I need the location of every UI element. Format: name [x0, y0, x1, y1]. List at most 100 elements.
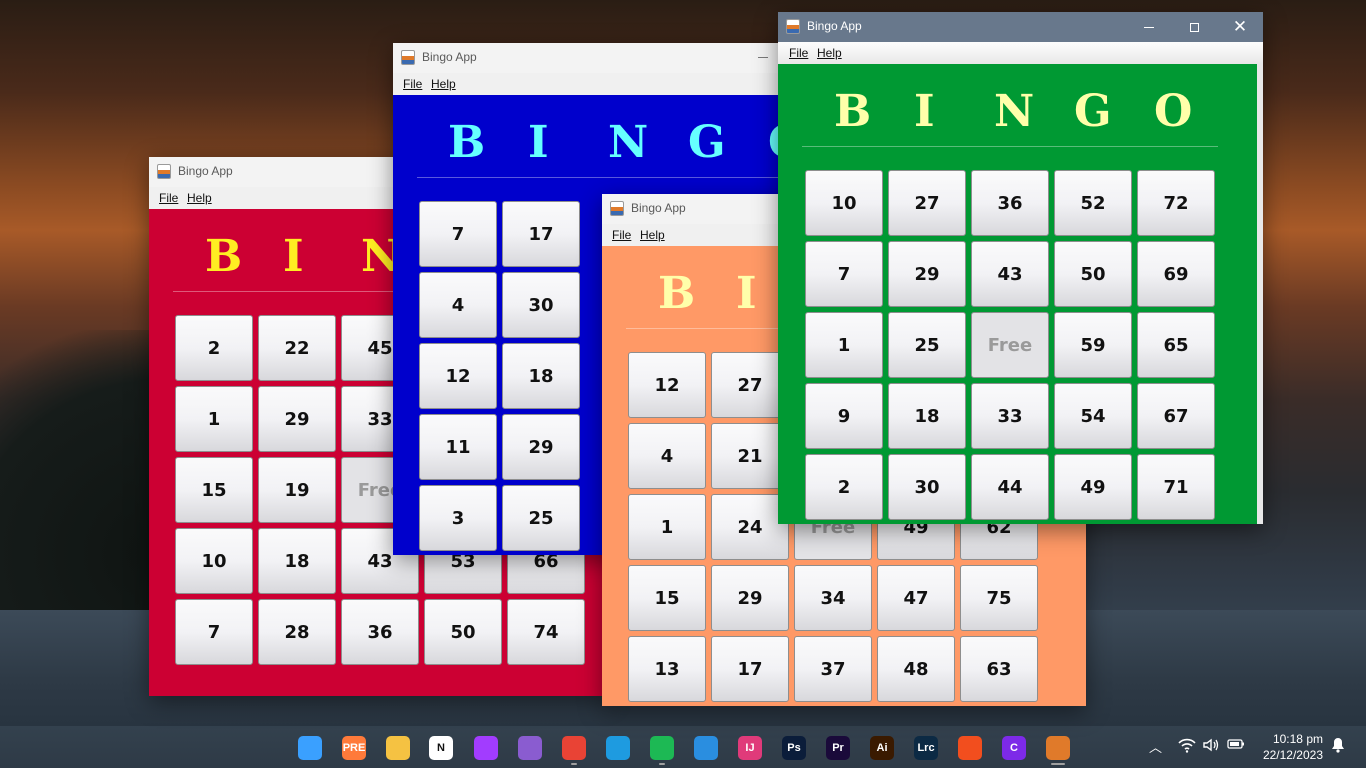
bingo-number-button[interactable]: 37 — [794, 636, 872, 702]
intellij-icon[interactable]: IJ — [738, 736, 762, 760]
minimize-button[interactable] — [1126, 12, 1172, 42]
bingo-number-button[interactable]: 74 — [507, 599, 585, 665]
menu-file[interactable]: File — [403, 77, 422, 91]
menu-help[interactable]: Help — [640, 228, 665, 242]
bingo-number-button[interactable]: 50 — [1054, 241, 1132, 307]
bingo-number-button[interactable]: 50 — [424, 599, 502, 665]
clock[interactable]: 10:18 pm 22/12/2023 — [1263, 731, 1323, 763]
bingo-number-button[interactable]: 59 — [1054, 312, 1132, 378]
bingo-number-button[interactable]: 2 — [805, 454, 883, 520]
bingo-number-button[interactable]: 7 — [805, 241, 883, 307]
lightroom-classic-icon[interactable]: Lrc — [914, 736, 938, 760]
maximize-button[interactable] — [1171, 12, 1217, 42]
menu-help[interactable]: Help — [187, 191, 212, 205]
bingo-number-button[interactable]: 1 — [175, 386, 253, 452]
bingo-number-button[interactable]: 1 — [628, 494, 706, 560]
chevron-up-icon[interactable]: ︿ — [1149, 737, 1162, 756]
bingo-number-button[interactable]: 25 — [502, 485, 580, 551]
start-icon[interactable] — [298, 736, 322, 760]
bingo-number-button[interactable]: 28 — [258, 599, 336, 665]
bingo-number-button[interactable]: 25 — [888, 312, 966, 378]
menu-help[interactable]: Help — [431, 77, 456, 91]
bingo-number-button[interactable]: 3 — [419, 485, 497, 551]
bingo-number-button[interactable]: 75 — [960, 565, 1038, 631]
bingo-number-button[interactable]: 63 — [960, 636, 1038, 702]
vscode-icon[interactable] — [694, 736, 718, 760]
bingo-number-button[interactable]: 71 — [1137, 454, 1215, 520]
bingo-number-button[interactable]: 69 — [1137, 241, 1215, 307]
edge-icon[interactable] — [606, 736, 630, 760]
bingo-number-button[interactable]: 2 — [175, 315, 253, 381]
file-explorer-icon[interactable] — [386, 736, 410, 760]
volume-icon[interactable] — [1202, 737, 1220, 757]
bingo-number-button[interactable]: 12 — [628, 352, 706, 418]
close-button[interactable]: ✕ — [1217, 12, 1263, 42]
bingo-number-button[interactable]: 7 — [175, 599, 253, 665]
bingo-number-button[interactable]: 19 — [258, 457, 336, 523]
bingo-number-button[interactable]: 15 — [175, 457, 253, 523]
canva-icon[interactable]: C — [1002, 736, 1026, 760]
bingo-number-button[interactable]: 12 — [419, 343, 497, 409]
title-bar[interactable]: Bingo App — [393, 43, 793, 73]
bingo-number-button[interactable]: 11 — [419, 414, 497, 480]
free-cell[interactable]: Free — [971, 312, 1049, 378]
bingo-number-button[interactable]: 18 — [502, 343, 580, 409]
bingo-number-button[interactable]: 17 — [502, 201, 580, 267]
notion-icon[interactable]: N — [429, 736, 453, 760]
bingo-number-button[interactable]: 18 — [888, 383, 966, 449]
bingo-number-button[interactable]: 4 — [628, 423, 706, 489]
wifi-icon[interactable] — [1178, 737, 1196, 757]
messenger-icon[interactable] — [474, 736, 498, 760]
bingo-number-button[interactable]: 29 — [888, 241, 966, 307]
bingo-number-button[interactable]: 52 — [1054, 170, 1132, 236]
bingo-window-green[interactable]: Bingo App ✕ File Help BINGO 10 27 36 52 72 7 2… — [778, 12, 1263, 524]
bingo-number-button[interactable]: 9 — [805, 383, 883, 449]
bingo-number-button[interactable]: 22 — [258, 315, 336, 381]
title-bar[interactable]: Bingo App ✕ — [778, 12, 1263, 42]
bingo-number-button[interactable]: 65 — [1137, 312, 1215, 378]
bingo-number-button[interactable]: 44 — [971, 454, 1049, 520]
photoshop-icon[interactable]: Ps — [782, 736, 806, 760]
bingo-number-button[interactable]: 36 — [971, 170, 1049, 236]
scrollbar[interactable] — [1257, 64, 1263, 524]
bingo-number-button[interactable]: 36 — [341, 599, 419, 665]
chrome-icon[interactable] — [562, 736, 586, 760]
bingo-number-button[interactable]: 30 — [502, 272, 580, 338]
menu-file[interactable]: File — [612, 228, 631, 242]
bingo-number-button[interactable]: 29 — [258, 386, 336, 452]
bingo-number-button[interactable]: 29 — [502, 414, 580, 480]
battery-icon[interactable] — [1227, 737, 1245, 755]
bingo-number-button[interactable]: 7 — [419, 201, 497, 267]
bingo-number-button[interactable]: 48 — [877, 636, 955, 702]
bingo-number-button[interactable]: 13 — [628, 636, 706, 702]
bingo-number-button[interactable]: 47 — [877, 565, 955, 631]
bingo-number-button[interactable]: 72 — [1137, 170, 1215, 236]
bingo-number-button[interactable]: 33 — [971, 383, 1049, 449]
bingo-number-button[interactable]: 4 — [419, 272, 497, 338]
bingo-number-button[interactable]: 49 — [1054, 454, 1132, 520]
spotify-icon[interactable] — [650, 736, 674, 760]
bingo-number-button[interactable]: 67 — [1137, 383, 1215, 449]
figma-icon[interactable] — [958, 736, 982, 760]
bingo-number-button[interactable]: 43 — [971, 241, 1049, 307]
menu-file[interactable]: File — [159, 191, 178, 205]
bingo-number-button[interactable]: 27 — [888, 170, 966, 236]
bingo-number-button[interactable]: 30 — [888, 454, 966, 520]
bingo-number-button[interactable]: 10 — [175, 528, 253, 594]
bingo-number-button[interactable]: 10 — [805, 170, 883, 236]
illustrator-icon[interactable]: Ai — [870, 736, 894, 760]
premiere-icon[interactable]: Pr — [826, 736, 850, 760]
minimize-icon[interactable] — [758, 57, 768, 58]
bingo-number-button[interactable]: 1 — [805, 312, 883, 378]
github-icon[interactable] — [518, 736, 542, 760]
copilot-pre-icon[interactable]: PRE — [342, 736, 366, 760]
bingo-number-button[interactable]: 18 — [258, 528, 336, 594]
bingo-number-button[interactable]: 17 — [711, 636, 789, 702]
java-icon[interactable] — [1046, 736, 1070, 760]
notification-bell-icon[interactable] — [1331, 737, 1345, 757]
bingo-number-button[interactable]: 34 — [794, 565, 872, 631]
bingo-number-button[interactable]: 15 — [628, 565, 706, 631]
bingo-number-button[interactable]: 54 — [1054, 383, 1132, 449]
bingo-number-button[interactable]: 29 — [711, 565, 789, 631]
menu-help[interactable]: Help — [817, 46, 842, 60]
